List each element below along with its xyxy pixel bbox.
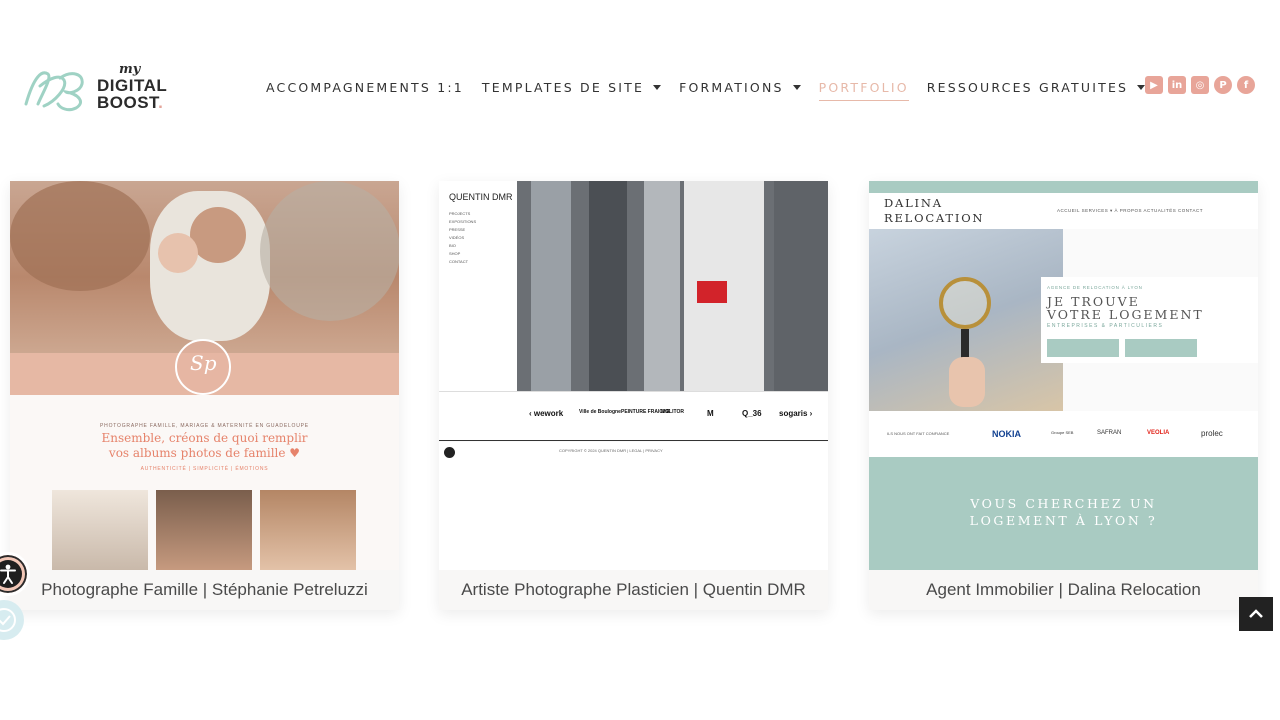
card-thumbnail[interactable]: Sp PHOTOGRAPHE FAMILLE, MARIAGE & MATERN… xyxy=(10,181,399,570)
instagram-icon[interactable]: ◎ xyxy=(1191,76,1209,94)
site-menu-item: VIDÉOS xyxy=(449,235,465,240)
nav-item-portfolio[interactable]: PORTFOLIO xyxy=(818,80,909,101)
site-footer xyxy=(439,442,828,570)
hand-figure xyxy=(949,357,985,407)
site-subtitle: AUTHENTICITÉ | SIMPLICITÉ | ÉMOTIONS xyxy=(140,466,269,472)
facebook-icon[interactable]: f xyxy=(1237,76,1255,94)
hero-button-1 xyxy=(1047,339,1119,357)
youtube-icon[interactable]: ▶ xyxy=(1145,76,1163,94)
chevron-up-icon xyxy=(1249,609,1263,618)
instagram-icon xyxy=(444,447,455,458)
nav-item-templates[interactable]: TEMPLATES DE SITE xyxy=(482,80,662,95)
site-tagline: PHOTOGRAPHE FAMILLE, MARIAGE & MATERNITÉ… xyxy=(100,423,309,429)
card-caption[interactable]: Photographe Famille | Stéphanie Petreluz… xyxy=(10,570,399,610)
nav-item-accompagnements[interactable]: ACCOMPAGNEMENTS 1:1 xyxy=(266,80,464,95)
site-logo-text: DALINA RELOCATION xyxy=(884,196,985,225)
partner-logo: Ville de Boulogne xyxy=(579,409,621,415)
card-thumbnail[interactable]: DALINA RELOCATION ACCUEIL SERVICES ▾ À P… xyxy=(869,181,1258,570)
main-nav: ACCOMPAGNEMENTS 1:1 TEMPLATES DE SITE FO… xyxy=(266,78,1163,101)
logo-boost: BOOST. xyxy=(97,93,164,112)
logo-monogram-icon xyxy=(24,71,84,112)
site-menu-item: PROJECTS xyxy=(449,211,471,216)
hero-kicker: AGENCE DE RELOCATION À LYON xyxy=(1047,285,1143,290)
site-logo-text: QUENTIN DMR xyxy=(449,192,513,202)
magnifier-icon xyxy=(939,277,991,329)
portfolio-card-photographe[interactable]: Sp PHOTOGRAPHE FAMILLE, MARIAGE & MATERN… xyxy=(10,181,399,610)
partner-logo: MOLITOR xyxy=(661,409,684,415)
section-question: VOUS CHERCHEZ UN LOGEMENT À LYON ? xyxy=(969,496,1158,528)
site-title-line1: Ensemble, créons de quoi remplir xyxy=(101,431,308,445)
gallery-photo xyxy=(52,490,148,570)
site-menu-item: BIO xyxy=(449,243,456,248)
portfolio-card-artiste[interactable]: QUENTIN DMR PROJECTS EXPOSITIONS PRESSE … xyxy=(439,181,828,610)
partner-logo: M xyxy=(707,409,714,418)
consent-button[interactable] xyxy=(0,600,24,640)
site-nav: ACCUEIL SERVICES ▾ À PROPOS ACTUALITÉS C… xyxy=(1057,208,1203,213)
partner-logo: Q_36 xyxy=(742,409,762,418)
client-logo: SAFRAN xyxy=(1097,430,1122,436)
nav-item-formations[interactable]: FORMATIONS xyxy=(679,80,801,95)
hero-button-2 xyxy=(1125,339,1197,357)
card-caption[interactable]: Artiste Photographe Plasticien | Quentin… xyxy=(439,570,828,610)
gallery-photo xyxy=(260,490,356,570)
site-topbar xyxy=(869,181,1258,193)
site-title-line2: vos albums photos de famille ♥ xyxy=(108,446,301,460)
card-caption[interactable]: Agent Immobilier | Dalina Relocation xyxy=(869,570,1258,610)
portfolio-card-immobilier[interactable]: DALINA RELOCATION ACCUEIL SERVICES ▾ À P… xyxy=(869,181,1258,610)
pinterest-icon[interactable]: P xyxy=(1214,76,1232,94)
linkedin-icon[interactable]: in xyxy=(1168,76,1186,94)
social-links: ▶ in ◎ P f xyxy=(1145,76,1255,94)
seal-initials: Sp xyxy=(190,351,217,375)
partner-band xyxy=(439,391,828,441)
checkmark-icon xyxy=(0,608,16,632)
chevron-down-icon xyxy=(653,84,662,90)
chevron-down-icon xyxy=(792,84,801,90)
card-thumbnail[interactable]: QUENTIN DMR PROJECTS EXPOSITIONS PRESSE … xyxy=(439,181,828,570)
partner-logo: sogaris › xyxy=(779,409,813,418)
nav-item-ressources[interactable]: RESSOURCES GRATUITES xyxy=(927,80,1146,95)
logo-my: my xyxy=(119,62,141,77)
back-to-top-button[interactable] xyxy=(1239,597,1273,631)
site-footer-text: COPYRIGHT © 2024 QUENTIN DMR | LEGAL | P… xyxy=(559,448,663,453)
trust-label: ILS NOUS ONT FAIT CONFIANCE xyxy=(887,431,950,436)
client-logo: VEOLIA xyxy=(1147,430,1170,436)
site-menu-item: CONTACT xyxy=(449,259,469,264)
client-logo: prolec xyxy=(1201,429,1223,438)
logo-wordmark: my DIGITAL BOOST. xyxy=(97,62,187,114)
hero-headline: JE TROUVE VOTRE LOGEMENT xyxy=(1047,294,1204,322)
partner-logo: ‹ wework xyxy=(529,409,564,418)
accessibility-icon xyxy=(0,560,22,588)
gallery-photo xyxy=(156,490,252,570)
chevron-down-icon xyxy=(1137,84,1146,90)
red-box xyxy=(697,281,727,303)
site-logo[interactable]: my DIGITAL BOOST. xyxy=(20,62,180,114)
hero-sub: ENTREPRISES & PARTICULIERS xyxy=(1047,323,1164,329)
site-menu-item: EXPOSITIONS xyxy=(449,219,477,224)
client-logo: Groupe SEB xyxy=(1051,430,1074,435)
portfolio-page: my DIGITAL BOOST. ACCOMPAGNEMENTS 1:1 TE… xyxy=(0,0,1280,720)
site-menu-item: PRESSE xyxy=(449,227,466,232)
site-menu-item: SHOP xyxy=(449,251,461,256)
client-logo: NOKIA xyxy=(992,429,1021,439)
